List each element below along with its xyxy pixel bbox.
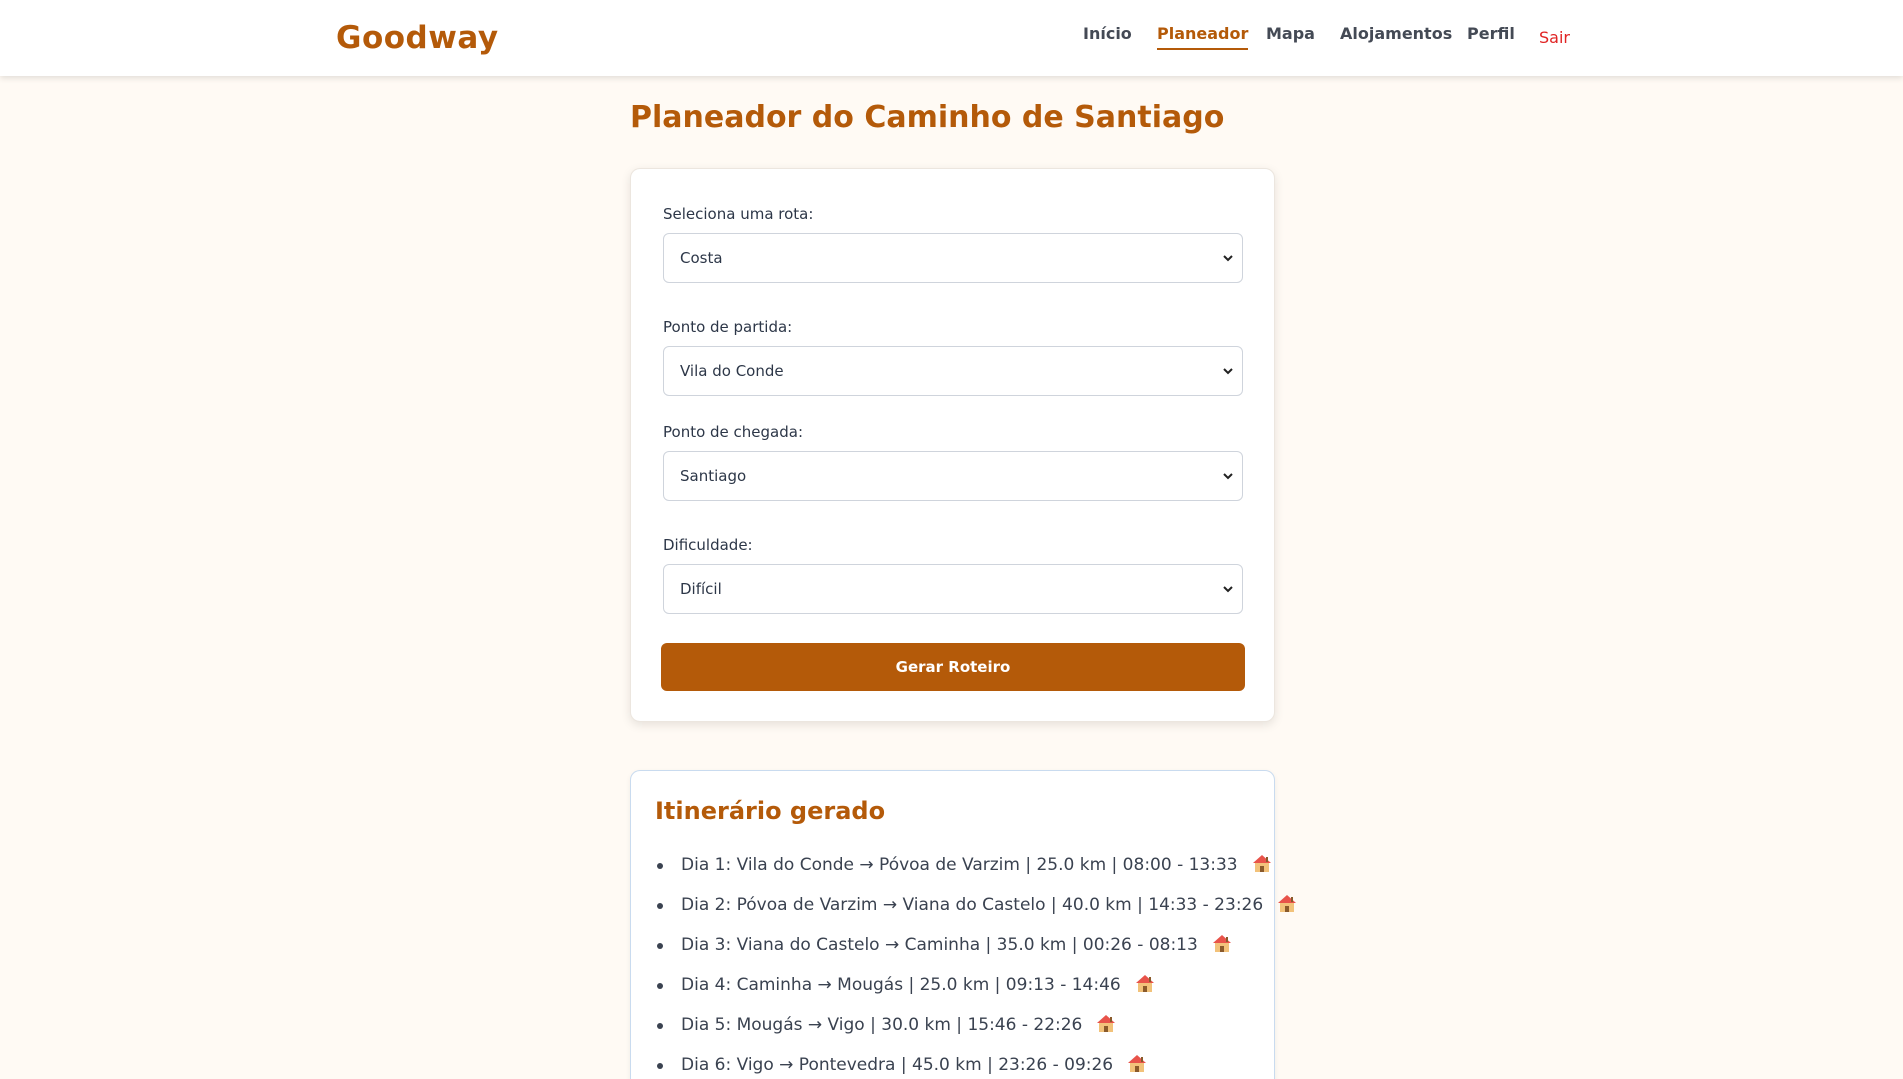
nav-link-sair[interactable]: Sair [1539, 28, 1570, 52]
itinerary-list: Dia 1: Vila do Conde → Póvoa de Varzim |… [655, 855, 1298, 1079]
nav-link-alojamentos[interactable]: Alojamentos [1340, 24, 1452, 48]
chevron-down-icon [1223, 255, 1233, 262]
house-icon [1135, 975, 1154, 992]
bullet [657, 983, 663, 989]
route-label: Seleciona uma rota: [663, 205, 814, 223]
chevron-down-icon [1223, 368, 1233, 375]
itinerary-item-text: Dia 1: Vila do Conde → Póvoa de Varzim |… [681, 855, 1238, 875]
itinerary-item-text: Dia 6: Vigo → Pontevedra | 45.0 km | 23:… [681, 1055, 1114, 1075]
itinerary-title: Itinerário gerado [655, 797, 886, 825]
nav-link-mapa[interactable]: Mapa [1266, 24, 1315, 48]
itinerary-item: Dia 3: Viana do Castelo → Caminha | 35.0… [655, 935, 1298, 975]
itinerary-item: Dia 2: Póvoa de Varzim → Viana do Castel… [655, 895, 1298, 935]
itinerary-item-text: Dia 4: Caminha → Mougás | 25.0 km | 09:1… [681, 975, 1121, 995]
difficulty-label: Dificuldade: [663, 536, 753, 554]
nav-link-inicio[interactable]: Início [1083, 24, 1132, 48]
itinerary-item: Dia 4: Caminha → Mougás | 25.0 km | 09:1… [655, 975, 1298, 1015]
difficulty-select-value: Difícil [680, 580, 722, 598]
route-select-value: Costa [680, 249, 723, 267]
start-label: Ponto de partida: [663, 318, 793, 336]
itinerary-item-text: Dia 3: Viana do Castelo → Caminha | 35.0… [681, 935, 1198, 955]
house-icon [1097, 1015, 1116, 1032]
chevron-down-icon [1223, 586, 1233, 593]
nav-link-perfil[interactable]: Perfil [1467, 24, 1515, 48]
page-title: Planeador do Caminho de Santiago [630, 100, 1225, 135]
end-point-select-value: Santiago [680, 467, 747, 485]
route-select[interactable]: Costa [663, 233, 1243, 283]
generate-itinerary-button[interactable]: Gerar Roteiro [661, 643, 1245, 691]
house-icon [1212, 935, 1231, 952]
bullet [657, 903, 663, 909]
itinerary-item-text: Dia 5: Mougás → Vigo | 30.0 km | 15:46 -… [681, 1015, 1083, 1035]
itinerary-item: Dia 1: Vila do Conde → Póvoa de Varzim |… [655, 855, 1298, 895]
bullet [657, 1023, 663, 1029]
bullet [657, 863, 663, 869]
top-navbar: Goodway Início Planeador Mapa Alojamento… [0, 0, 1903, 76]
bullet [657, 943, 663, 949]
chevron-down-icon [1223, 473, 1233, 480]
house-icon [1278, 895, 1297, 912]
house-icon [1252, 855, 1271, 872]
house-icon [1128, 1055, 1147, 1072]
difficulty-select[interactable]: Difícil [663, 564, 1243, 614]
nav-link-planeador[interactable]: Planeador [1157, 24, 1249, 50]
start-point-select[interactable]: Vila do Conde [663, 346, 1243, 396]
end-label: Ponto de chegada: [663, 423, 804, 441]
itinerary-item: Dia 5: Mougás → Vigo | 30.0 km | 15:46 -… [655, 1015, 1298, 1055]
itinerary-item-text: Dia 2: Póvoa de Varzim → Viana do Castel… [681, 895, 1264, 915]
start-point-select-value: Vila do Conde [680, 362, 784, 380]
main-nav: Início Planeador Mapa Alojamentos Perfil… [0, 24, 1903, 54]
planner-form-card: Seleciona uma rota: Costa Ponto de parti… [630, 168, 1275, 722]
end-point-select[interactable]: Santiago [663, 451, 1243, 501]
bullet [657, 1063, 663, 1069]
itinerary-item: Dia 6: Vigo → Pontevedra | 45.0 km | 23:… [655, 1055, 1298, 1079]
itinerary-card: Itinerário gerado Dia 1: Vila do Conde →… [630, 770, 1297, 1079]
